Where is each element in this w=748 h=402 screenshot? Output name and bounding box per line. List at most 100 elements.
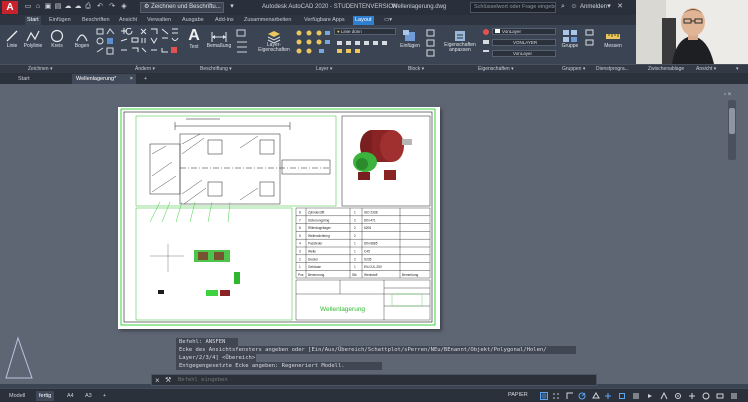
close-icon[interactable]: × [130,74,133,84]
lineweight-icon[interactable] [632,392,640,400]
grid-icon[interactable] [540,392,548,400]
undo-icon[interactable]: ↶ [96,3,104,11]
tab-zusammenarbeiten[interactable]: Zusammenarbeiten [242,16,293,25]
open-file-icon[interactable]: ⌂ [34,3,42,11]
block-tools-icons[interactable] [425,29,437,57]
tab-einfuegen[interactable]: Einfügen [47,16,73,25]
ribbon-overflow-icon[interactable]: ▾ [736,66,739,72]
modify-tools-icon[interactable] [118,28,182,60]
tab-add-ins[interactable]: Add-ins [213,16,236,25]
arc-tool-button[interactable]: Bogen [72,29,92,49]
paper-space-toggle[interactable]: PAPIER [508,392,528,398]
lineweight-dropdown[interactable]: VONLAYER [492,39,556,46]
group-label-aendern[interactable]: Ändern ▾ [135,66,155,72]
lineweight-dropdown-value: VONLAYER [513,40,538,45]
group-button[interactable]: Gruppe [558,29,582,49]
text-tool-button[interactable]: A Text [186,27,202,50]
circle-tool-button[interactable]: Kreis [48,29,66,49]
search-icon[interactable]: ⌕ [559,3,567,11]
group-tools-icons[interactable] [584,29,596,57]
polyline-tool-button[interactable]: Polylinie [22,29,44,49]
sign-in-link[interactable]: Anmelden [580,4,607,10]
new-file-icon[interactable]: ▭ [24,3,32,11]
match-properties-button[interactable]: Eigenschaften anpassen [440,29,480,53]
layout-tab-fertig[interactable]: fertig [36,391,55,401]
help-search-input[interactable]: Schlüsselwort oder Frage eingeben [470,2,556,13]
cloud-save-icon[interactable]: ☁ [64,3,72,11]
doc-tab-wellenlagerung[interactable]: Wellenlagerung* × [72,74,136,84]
polar-tracking-icon[interactable] [578,392,586,400]
group-label-ansicht[interactable]: Ansicht ▾ [696,66,716,72]
group-label-gruppen[interactable]: Gruppen ▾ [562,66,585,72]
layer-dropdown[interactable]: ● Linie dünn [334,28,396,35]
layer-tools-icons[interactable] [295,29,335,57]
draw-extra-tools-icon[interactable] [96,28,116,60]
annotation-scale-icon[interactable] [660,392,668,400]
layer-state-icons[interactable] [336,39,396,57]
viewport-close-icon[interactable]: ▫ × [724,92,731,98]
detail-viewport-frame[interactable] [135,207,293,321]
tab-ausgabe[interactable]: Ausgabe [180,16,206,25]
new-tab-button[interactable]: + [140,74,151,84]
insert-block-button[interactable]: Einfügen [398,29,422,49]
annotation-extra-icon[interactable] [236,29,252,57]
hardware-acceleration-icon[interactable] [716,392,724,400]
doc-tab-start[interactable]: Start [14,74,34,84]
tab-ansicht[interactable]: Ansicht [117,16,139,25]
color-dropdown[interactable]: VonLayer [492,28,556,35]
layout-tab-model[interactable]: Modell [6,391,28,401]
snap-icon[interactable] [552,392,560,400]
bom-pos: 1 [299,265,301,269]
workspace-gear-icon[interactable] [674,392,682,400]
group-label-zwischenablage[interactable]: Zwischenablage [648,66,684,72]
object-snap-icon[interactable] [618,392,626,400]
save-icon[interactable]: ▣ [44,3,52,11]
chevron-down-icon[interactable]: ▾ [605,3,613,11]
group-label-zeichnen[interactable]: Zeichnen ▾ [28,66,52,72]
tab-layout[interactable]: Layout [353,16,374,25]
scrollbar-thumb[interactable] [729,108,735,134]
ucs-paper-icon[interactable] [5,336,33,379]
redo-icon[interactable]: ↷ [108,3,116,11]
linetype-dropdown[interactable]: VonLayer [492,50,556,57]
plus-icon[interactable] [688,392,696,400]
group-label-dienstprogramme[interactable]: Dienstprogra... [596,66,629,72]
tab-beschriften[interactable]: Beschriften [80,16,112,25]
group-label-block[interactable]: Block ▾ [408,66,424,72]
section-view-frame[interactable] [135,115,337,207]
selection-cycling-icon[interactable] [646,392,654,400]
group-label-eigenschaften[interactable]: Eigenschaften ▾ [478,66,514,72]
customize-menu-icon[interactable] [730,392,738,400]
group-label-beschriftung[interactable]: Beschriftung ▾ [200,66,232,72]
ribbon-minimize-icon[interactable]: ▭▾ [382,16,394,25]
share-icon[interactable]: ◈ [120,3,128,11]
workspace-switcher[interactable]: ⚙ Zeichnen und Beschriftu... [140,2,224,13]
cloud-open-icon[interactable]: ☁ [74,3,82,11]
tab-verwalten[interactable]: Verwalten [145,16,173,25]
command-history: Befehl: ANSFEN Ecke des Ansichtsfensters… [176,338,576,376]
vertical-scrollbar[interactable] [728,100,736,160]
group-label-layer[interactable]: Layer ▾ [316,66,332,72]
user-icon[interactable]: ☺ [570,3,578,11]
tab-verfuegbare-apps[interactable]: Verfügbare Apps [302,16,347,25]
tab-start[interactable]: Start [25,16,41,25]
ortho-icon[interactable] [566,392,574,400]
dimension-tool-button[interactable]: Bemaßung [204,29,234,49]
measure-button[interactable]: Messen [598,29,628,49]
exchange-apps-icon[interactable]: ✕ [616,3,624,11]
autocad-logo-icon[interactable]: A [2,1,18,14]
layout-tab-a3[interactable]: A3 [82,391,95,401]
isodraft-icon[interactable] [592,392,600,400]
object-snap-tracking-icon[interactable] [604,392,612,400]
layer-properties-button[interactable]: Layer- Eigenschaften [256,29,292,53]
isolate-objects-icon[interactable] [702,392,710,400]
line-tool-button[interactable]: Linie [3,29,21,49]
wrench-icon[interactable]: ⚒ [165,376,171,384]
command-input[interactable] [178,376,588,385]
save-as-icon[interactable]: ▤ [54,3,62,11]
new-layout-button[interactable]: + [100,391,109,401]
close-command-line-icon[interactable]: × [155,376,160,385]
layout-tab-a4[interactable]: A4 [64,391,77,401]
plot-icon[interactable]: ⎙ [84,3,92,11]
quick-access-dropdown-icon[interactable]: ▾ [228,3,236,11]
